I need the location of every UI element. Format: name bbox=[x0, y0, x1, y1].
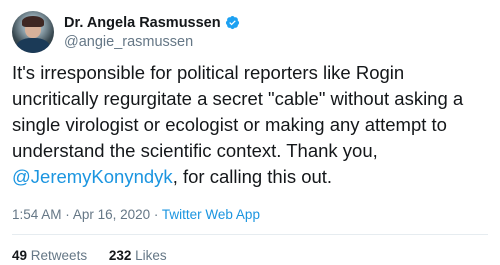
tweet-stats: 49 Retweets 232 Likes bbox=[12, 247, 185, 265]
tweet-meta: 1:54 AM · Apr 16, 2020 · Twitter Web App bbox=[12, 206, 260, 224]
verified-badge-icon bbox=[225, 15, 240, 30]
name-row: Dr. Angela Rasmussen bbox=[64, 13, 240, 33]
author-info: Dr. Angela Rasmussen @angie_rasmussen bbox=[64, 13, 240, 52]
mention-link[interactable]: @JeremyKonyndyk bbox=[12, 166, 173, 187]
retweets-stat[interactable]: 49 Retweets bbox=[12, 248, 87, 263]
divider bbox=[12, 234, 488, 235]
tweet-text-part: It's irresponsible for political reporte… bbox=[12, 62, 464, 161]
tweet-header: Dr. Angela Rasmussen @angie_rasmussen bbox=[12, 10, 240, 54]
tweet-text-part: , for calling this out. bbox=[172, 166, 333, 187]
retweets-count: 49 bbox=[12, 248, 28, 263]
retweets-label: Retweets bbox=[30, 248, 88, 263]
tweet-date[interactable]: Apr 16, 2020 bbox=[73, 207, 150, 222]
avatar-shirt bbox=[16, 38, 50, 53]
likes-stat[interactable]: 232 Likes bbox=[109, 248, 167, 263]
likes-label: Likes bbox=[135, 248, 167, 263]
meta-separator: · bbox=[65, 207, 70, 222]
meta-separator: · bbox=[153, 207, 159, 222]
likes-count: 232 bbox=[108, 248, 132, 263]
author-handle[interactable]: @angie_rasmussen bbox=[64, 33, 240, 52]
tweet-text: It's irresponsible for political reporte… bbox=[12, 60, 492, 190]
tweet-time[interactable]: 1:54 AM bbox=[12, 207, 62, 222]
tweet-card: Dr. Angela Rasmussen @angie_rasmussen It… bbox=[0, 0, 500, 265]
avatar[interactable] bbox=[12, 11, 54, 53]
avatar-hair bbox=[22, 16, 44, 27]
tweet-source-link[interactable]: Twitter Web App bbox=[162, 207, 260, 222]
author-display-name[interactable]: Dr. Angela Rasmussen bbox=[64, 15, 221, 31]
